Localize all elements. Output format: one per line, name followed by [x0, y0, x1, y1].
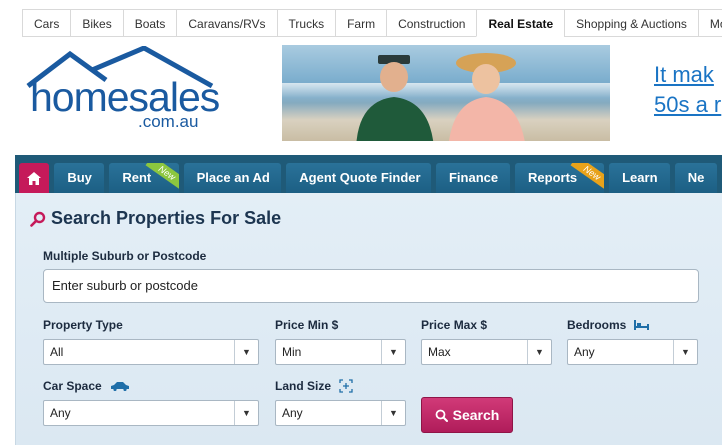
- price-max-label: Price Max $: [421, 318, 487, 332]
- price-min-label: Price Min $: [275, 318, 338, 332]
- category-shopping[interactable]: Shopping & Auctions: [564, 9, 698, 37]
- search-icon: [435, 409, 448, 422]
- price-max-label-text: Price Max $: [421, 318, 488, 332]
- category-bikes[interactable]: Bikes: [70, 9, 123, 37]
- chevron-down-icon: ▼: [234, 401, 258, 425]
- chevron-down-icon: ▼: [673, 340, 697, 364]
- bed-icon: [634, 320, 650, 330]
- land-size-value: Any: [282, 406, 303, 420]
- suburb-input[interactable]: Enter suburb or postcode: [43, 269, 699, 303]
- nav-place-ad[interactable]: Place an Ad: [183, 163, 282, 193]
- land-size-icon: [339, 379, 353, 393]
- car-icon: [110, 382, 129, 391]
- main-nav: Buy Rent New Place an Ad Agent Quote Fin…: [15, 155, 722, 193]
- nav-reports-label: Reports: [528, 170, 578, 185]
- property-type-select[interactable]: All ▼: [43, 339, 259, 365]
- price-max-select[interactable]: Max ▼: [421, 339, 552, 365]
- category-trucks[interactable]: Trucks: [276, 9, 336, 37]
- nav-finance[interactable]: Finance: [435, 163, 511, 193]
- price-min-select[interactable]: Min ▼: [275, 339, 406, 365]
- nav-learn[interactable]: Learn: [609, 163, 670, 193]
- home-icon: [27, 171, 42, 185]
- chevron-down-icon: ▼: [234, 340, 258, 364]
- price-min-label-text: Price Min $: [275, 318, 339, 332]
- nav-agent-quote-label: Agent Quote Finder: [299, 170, 421, 185]
- banner-man-figure: [356, 55, 434, 141]
- car-space-label: Car Space: [43, 379, 130, 393]
- nav-agent-quote-finder[interactable]: Agent Quote Finder: [286, 163, 431, 193]
- category-caravans[interactable]: Caravans/RVs: [176, 9, 277, 37]
- banner-woman-figure: [448, 53, 525, 141]
- property-type-value: All: [50, 345, 64, 359]
- nav-reports[interactable]: Reports New: [515, 163, 605, 193]
- category-construction[interactable]: Construction: [386, 9, 477, 37]
- search-icon: [30, 211, 46, 227]
- banner-photo[interactable]: [282, 45, 610, 141]
- suburb-label-text: Multiple Suburb or Postcode: [43, 249, 207, 263]
- nav-rent-label: Rent: [122, 170, 152, 185]
- nav-buy-label: Buy: [67, 170, 92, 185]
- price-min-value: Min: [282, 345, 302, 359]
- home-tab[interactable]: [19, 163, 50, 193]
- chevron-down-icon: ▼: [381, 340, 405, 364]
- land-size-label: Land Size: [275, 379, 353, 393]
- car-space-select[interactable]: Any ▼: [43, 400, 259, 426]
- ad-line-2: 50s a r: [654, 92, 722, 117]
- search-button[interactable]: Search: [421, 397, 513, 433]
- homesales-logo[interactable]: homesales .com.au: [26, 46, 226, 136]
- category-boats[interactable]: Boats: [122, 9, 177, 37]
- bedrooms-label: Bedrooms: [567, 318, 650, 332]
- nav-learn-label: Learn: [622, 170, 658, 185]
- car-space-label-text: Car Space: [43, 379, 102, 393]
- search-title: Search Properties For Sale: [30, 208, 281, 229]
- page: Cars Bikes Boats Caravans/RVs Trucks Far…: [0, 0, 722, 445]
- nav-finance-label: Finance: [448, 170, 499, 185]
- search-panel: Search Properties For Sale Multiple Subu…: [15, 193, 722, 445]
- ad-line-1: It mak: [654, 62, 714, 87]
- logo-domain: .com.au: [138, 112, 199, 131]
- search-title-text: Search Properties For Sale: [51, 208, 282, 228]
- nav-news[interactable]: Ne: [674, 163, 718, 193]
- bedrooms-label-text: Bedrooms: [567, 318, 627, 332]
- land-size-select[interactable]: Any ▼: [275, 400, 406, 426]
- car-space-value: Any: [50, 406, 71, 420]
- nav-rent[interactable]: Rent New: [109, 163, 179, 193]
- bedrooms-value: Any: [574, 345, 595, 359]
- nav-place-ad-label: Place an Ad: [196, 170, 270, 185]
- nav-news-label: Ne: [687, 170, 705, 185]
- chevron-down-icon: ▼: [381, 401, 405, 425]
- ad-headline[interactable]: It mak 50s a r: [654, 60, 721, 120]
- category-cars[interactable]: Cars: [22, 9, 71, 37]
- chevron-down-icon: ▼: [527, 340, 551, 364]
- category-real-estate[interactable]: Real Estate: [476, 9, 565, 37]
- search-button-label: Search: [452, 407, 500, 423]
- bedrooms-select[interactable]: Any ▼: [567, 339, 698, 365]
- property-type-label: Property Type: [43, 318, 123, 332]
- land-size-label-text: Land Size: [275, 379, 332, 393]
- price-max-value: Max: [428, 345, 451, 359]
- category-farm[interactable]: Farm: [335, 9, 387, 37]
- property-type-label-text: Property Type: [43, 318, 123, 332]
- category-bar: Cars Bikes Boats Caravans/RVs Trucks Far…: [22, 9, 722, 37]
- category-more[interactable]: Mo: [697, 9, 722, 37]
- suburb-label: Multiple Suburb or Postcode: [43, 249, 206, 263]
- nav-buy[interactable]: Buy: [54, 163, 105, 193]
